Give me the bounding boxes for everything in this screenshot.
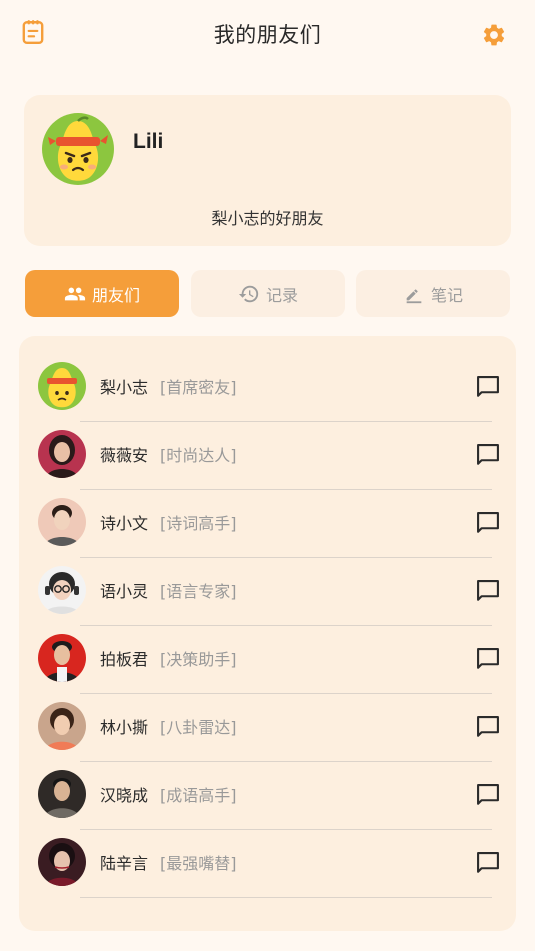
chat-bubble-icon[interactable] — [474, 509, 502, 537]
chat-bubble-icon[interactable] — [474, 849, 502, 877]
friends-list: 梨小志 [首席密友] 薇薇安 [时尚达人] 诗小文 [诗词高手] 语小灵 [语言… — [19, 336, 516, 931]
friend-name: 陆辛言 — [100, 854, 149, 873]
chat-bubble-icon[interactable] — [474, 713, 502, 741]
gear-icon[interactable] — [481, 22, 507, 48]
friend-tag: [首席密友] — [160, 378, 237, 397]
friend-name: 汉晓成 — [100, 786, 149, 805]
page-title: 我的朋友们 — [213, 23, 322, 47]
chat-bubble-icon[interactable] — [474, 645, 502, 673]
friend-row[interactable]: 陆辛言 [最强嘴替] — [19, 829, 516, 898]
friend-tag: [成语高手] — [160, 786, 237, 805]
friend-avatar — [38, 634, 86, 682]
friend-tag: [诗词高手] — [160, 514, 237, 533]
friend-row[interactable]: 诗小文 [诗词高手] — [19, 489, 516, 558]
friend-tag: [八卦雷达] — [160, 718, 237, 737]
friend-avatar — [38, 838, 86, 886]
top-bar: 我的朋友们 — [0, 0, 535, 66]
chat-bubble-icon[interactable] — [474, 373, 502, 401]
friend-tag: [决策助手] — [160, 650, 237, 669]
tab-history-label: 记录 — [265, 285, 298, 305]
row-divider — [80, 897, 492, 898]
pear-mascot-avatar — [42, 113, 114, 185]
tab-notes[interactable]: 笔记 — [356, 270, 510, 317]
friend-avatar — [38, 362, 86, 410]
friend-name: 梨小志 — [100, 378, 149, 397]
friend-row[interactable]: 林小撕 [八卦雷达] — [19, 693, 516, 762]
tab-notes-label: 笔记 — [430, 285, 463, 305]
friend-tag: [语言专家] — [160, 582, 237, 601]
friend-name: 薇薇安 — [100, 446, 149, 465]
friend-row[interactable]: 薇薇安 [时尚达人] — [19, 421, 516, 490]
tab-friends[interactable]: 朋友们 — [25, 270, 179, 317]
profile-card: Lili 梨小志的好朋友 — [24, 95, 511, 246]
friend-name: 拍板君 — [100, 650, 149, 669]
friend-avatar — [38, 702, 86, 750]
tab-bar: 朋友们 记录 笔记 — [25, 270, 510, 317]
tab-friends-label: 朋友们 — [91, 285, 140, 305]
chat-bubble-icon[interactable] — [474, 781, 502, 809]
profile-subtitle: 梨小志的好朋友 — [211, 209, 324, 228]
friend-row[interactable]: 语小灵 [语言专家] — [19, 557, 516, 626]
friend-avatar — [38, 770, 86, 818]
friend-tag: [时尚达人] — [160, 446, 237, 465]
pen-icon — [406, 288, 422, 303]
friend-avatar — [38, 566, 86, 614]
friend-name: 诗小文 — [100, 514, 149, 533]
friend-avatar — [38, 498, 86, 546]
friend-tag: [最强嘴替] — [160, 854, 237, 873]
profile-name: Lili — [133, 130, 164, 153]
friend-row[interactable]: 汉晓成 [成语高手] — [19, 761, 516, 830]
friend-row[interactable]: 拍板君 [决策助手] — [19, 625, 516, 694]
friend-row[interactable]: 梨小志 [首席密友] — [19, 353, 516, 422]
people-icon — [64, 287, 86, 300]
chat-bubble-icon[interactable] — [474, 441, 502, 469]
tab-history[interactable]: 记录 — [191, 270, 345, 317]
history-icon — [238, 285, 259, 302]
friend-name: 林小撕 — [100, 718, 149, 737]
chat-bubble-icon[interactable] — [474, 577, 502, 605]
friend-name: 语小灵 — [100, 582, 149, 601]
friend-avatar — [38, 430, 86, 478]
